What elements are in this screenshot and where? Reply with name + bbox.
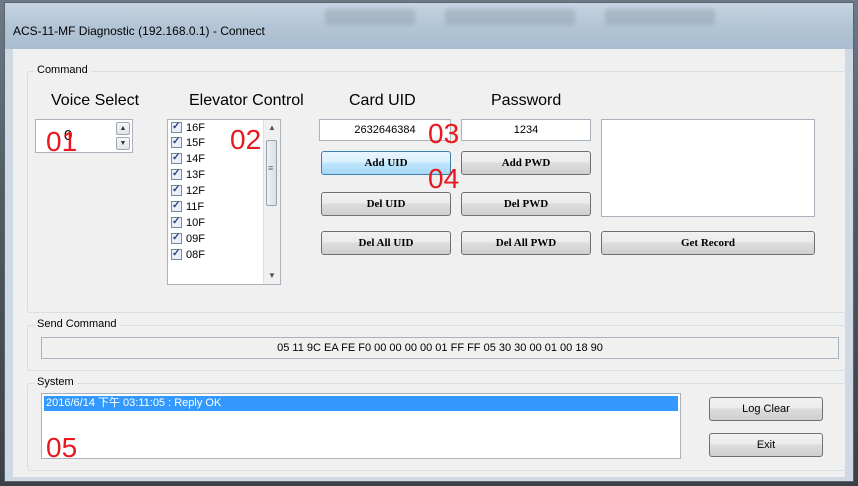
log-clear-button[interactable]: Log Clear xyxy=(709,397,823,421)
floor-label: 13F xyxy=(186,169,205,181)
checkbox-checked-icon[interactable] xyxy=(171,215,182,228)
password-input[interactable]: 1234 xyxy=(461,119,591,141)
stepper-up-button[interactable]: ▲ xyxy=(116,122,130,135)
annotation-03: 03 xyxy=(428,118,460,149)
checkbox-checked-icon[interactable] xyxy=(171,167,182,180)
blurred-background xyxy=(325,9,415,25)
log-entry[interactable]: 2016/6/14 下午 03:11:05 : Reply OK xyxy=(44,396,678,411)
floor-item[interactable]: 12F xyxy=(171,183,205,198)
get-record-button[interactable]: Get Record xyxy=(601,231,815,255)
blurred-background xyxy=(445,9,575,25)
floor-item[interactable]: 14F xyxy=(171,151,205,166)
floor-label: 12F xyxy=(186,185,205,197)
window-title: ACS-11-MF Diagnostic (192.168.0.1) - Con… xyxy=(13,24,265,38)
scroll-down-arrow-icon[interactable]: ▼ xyxy=(264,268,280,284)
floor-item[interactable]: 08F xyxy=(171,247,205,262)
del-all-uid-button[interactable]: Del All UID xyxy=(321,231,451,255)
system-caption: System xyxy=(34,376,77,388)
elevator-floor-list[interactable]: 16F 15F 14F 13F 12F 11F 10F 09F 08F ▲ ▼ xyxy=(167,119,281,285)
app-window: ACS-11-MF Diagnostic (192.168.0.1) - Con… xyxy=(4,2,854,482)
floor-label: 10F xyxy=(186,217,205,229)
floor-item[interactable]: 13F xyxy=(171,167,205,182)
floor-item[interactable]: 10F xyxy=(171,215,205,230)
annotation-01: 01 xyxy=(46,126,78,157)
title-bar[interactable]: ACS-11-MF Diagnostic (192.168.0.1) - Con… xyxy=(5,3,853,49)
command-group-caption: Command xyxy=(34,64,91,76)
checkbox-checked-icon[interactable] xyxy=(171,183,182,196)
card-uid-header: Card UID xyxy=(349,92,416,109)
floor-list-scrollbar[interactable]: ▲ ▼ xyxy=(263,120,280,284)
checkbox-checked-icon[interactable] xyxy=(171,247,182,260)
password-header: Password xyxy=(491,92,562,109)
checkbox-checked-icon[interactable] xyxy=(171,135,182,148)
stepper-down-button[interactable]: ▼ xyxy=(116,137,130,150)
checkbox-checked-icon[interactable] xyxy=(171,199,182,212)
annotation-05: 05 xyxy=(46,432,78,463)
checkbox-checked-icon[interactable] xyxy=(171,151,182,164)
floor-label: 14F xyxy=(186,153,205,165)
floor-item[interactable]: 09F xyxy=(171,231,205,246)
del-uid-button[interactable]: Del UID xyxy=(321,192,451,216)
record-display-box[interactable] xyxy=(601,119,815,217)
del-pwd-button[interactable]: Del PWD xyxy=(461,192,591,216)
floor-label: 15F xyxy=(186,137,205,149)
scroll-up-arrow-icon[interactable]: ▲ xyxy=(264,120,280,136)
annotation-02: 02 xyxy=(230,124,262,155)
floor-label: 16F xyxy=(186,122,205,134)
del-all-pwd-button[interactable]: Del All PWD xyxy=(461,231,591,255)
floor-label: 11F xyxy=(186,201,205,213)
send-command-output: 05 11 9C EA FE F0 00 00 00 00 01 FF FF 0… xyxy=(41,337,839,359)
elevator-control-header: Elevator Control xyxy=(189,92,304,109)
send-command-caption: Send Command xyxy=(34,318,120,330)
checkbox-checked-icon[interactable] xyxy=(171,120,182,133)
floor-item[interactable]: 15F xyxy=(171,135,205,150)
floor-label: 09F xyxy=(186,233,205,245)
add-pwd-button[interactable]: Add PWD xyxy=(461,151,591,175)
floor-label: 08F xyxy=(186,249,205,261)
scroll-thumb[interactable] xyxy=(266,140,277,206)
blurred-background xyxy=(605,9,715,25)
floor-item[interactable]: 11F xyxy=(171,199,205,214)
system-log-list[interactable]: 2016/6/14 下午 03:11:05 : Reply OK xyxy=(41,393,681,459)
checkbox-checked-icon[interactable] xyxy=(171,231,182,244)
floor-item[interactable]: 16F xyxy=(171,120,205,135)
exit-button[interactable]: Exit xyxy=(709,433,823,457)
client-area: Command Voice Select Elevator Control Ca… xyxy=(13,49,851,477)
annotation-04: 04 xyxy=(428,163,460,194)
voice-select-header: Voice Select xyxy=(51,92,140,109)
